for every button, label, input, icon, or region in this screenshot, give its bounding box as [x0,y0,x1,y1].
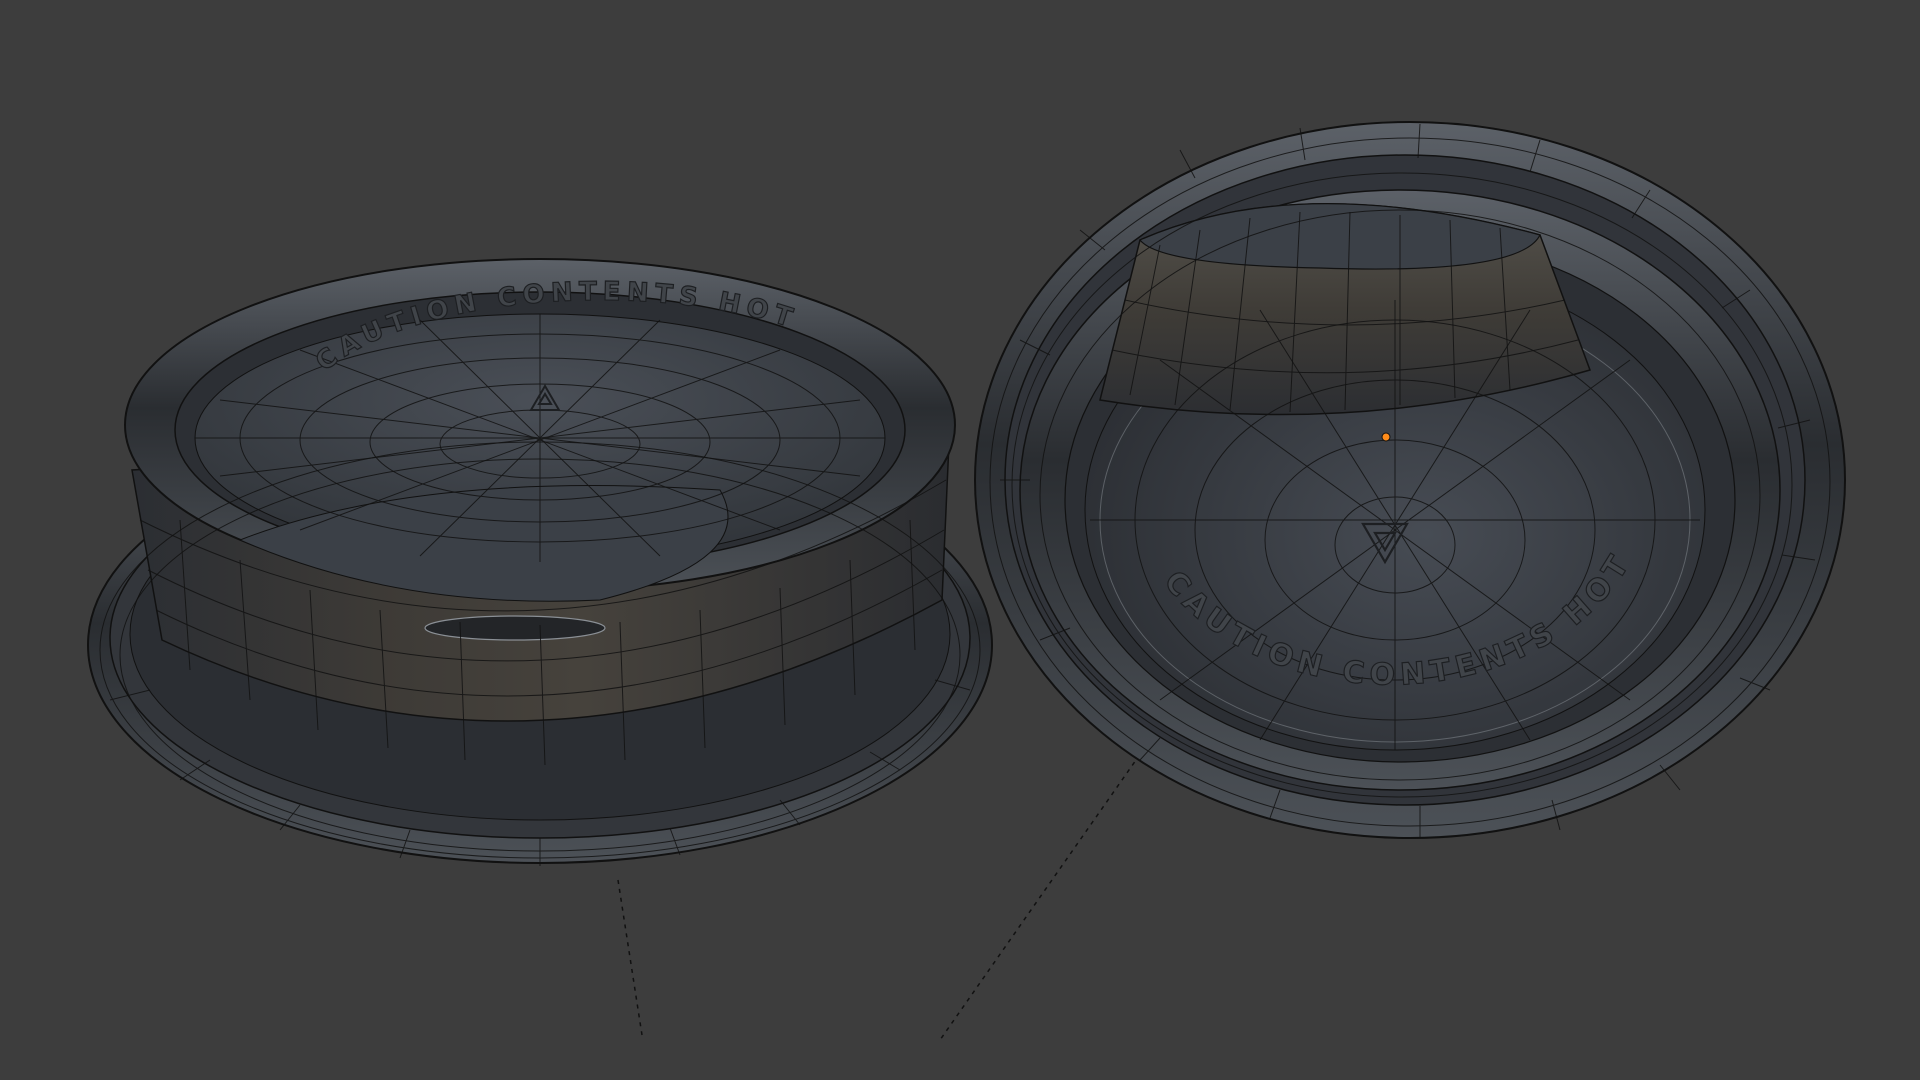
cup-lid-top-view[interactable]: CAUTION CONTENTS HOT [87,258,993,866]
3d-viewport[interactable]: CAUTION CONTENTS HOT CAUTION CONTENTS HO… [0,0,1920,1080]
object-origin-dot[interactable] [1381,432,1391,442]
cup-lid-bottom-view[interactable]: CAUTION CONTENTS HOT [974,121,1846,839]
viewport-scene: CAUTION CONTENTS HOT CAUTION CONTENTS HO… [87,121,1846,1041]
